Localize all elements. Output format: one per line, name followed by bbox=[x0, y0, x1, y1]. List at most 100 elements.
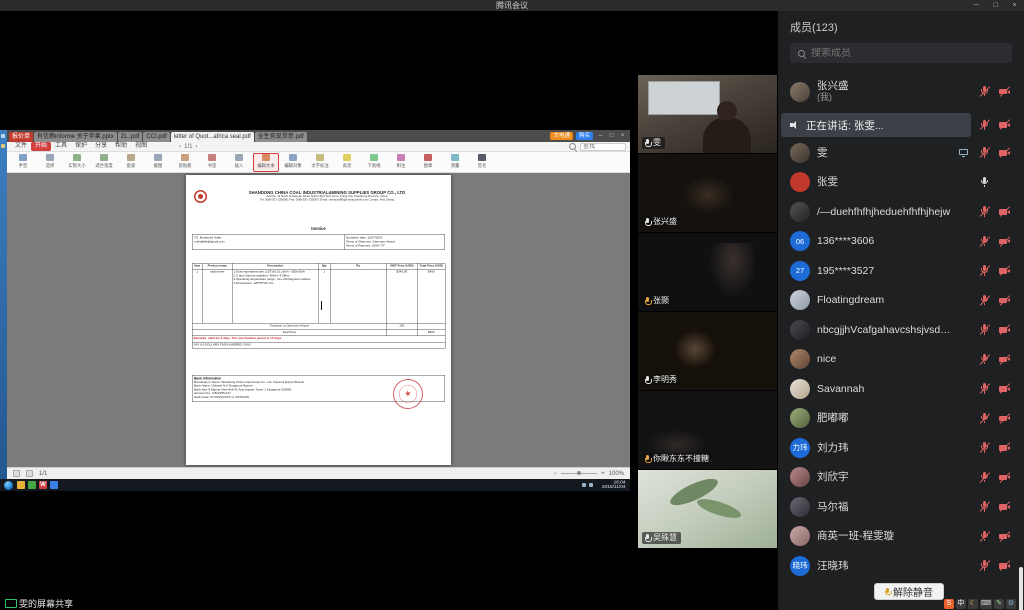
toolbar-button[interactable]: 编辑文本 bbox=[253, 153, 279, 172]
camera-icon[interactable] bbox=[998, 264, 1011, 277]
menu-item[interactable]: 文件 bbox=[11, 142, 31, 151]
mic-icon[interactable] bbox=[978, 176, 991, 189]
mic-icon[interactable] bbox=[978, 471, 991, 484]
toolbar-button[interactable]: 签名 bbox=[469, 153, 495, 172]
document-tab[interactable]: CCI.pdf bbox=[143, 132, 169, 142]
mic-icon[interactable] bbox=[978, 530, 991, 543]
toolbar-button[interactable]: 书签 bbox=[199, 153, 225, 172]
mic-icon[interactable] bbox=[978, 146, 991, 159]
member-row[interactable]: 力玮 刘力玮 bbox=[778, 433, 1024, 463]
menu-item[interactable]: 开始 bbox=[31, 142, 51, 151]
member-row[interactable]: 肥嘟嘟 bbox=[778, 404, 1024, 434]
document-tab[interactable]: 报价单 bbox=[9, 132, 33, 142]
mic-icon[interactable] bbox=[978, 441, 991, 454]
ime-icon[interactable]: ✎ bbox=[994, 599, 1004, 609]
buy-button[interactable]: 购买 bbox=[576, 132, 593, 140]
app-maximize-icon[interactable]: □ bbox=[606, 131, 617, 141]
member-row[interactable]: 张兴盛 (我) bbox=[778, 73, 1024, 110]
video-thumbnail[interactable]: 张颢 bbox=[638, 233, 777, 311]
mic-icon[interactable] bbox=[978, 235, 991, 248]
toolbar-button[interactable]: 高亮 bbox=[334, 153, 360, 172]
app-minimize-icon[interactable]: ─ bbox=[595, 131, 606, 141]
menu-item[interactable]: 分享 bbox=[91, 142, 111, 151]
toolbar-button[interactable]: 图章 bbox=[415, 153, 441, 172]
mic-icon[interactable] bbox=[978, 323, 991, 336]
tray-volume-icon[interactable] bbox=[589, 483, 593, 487]
ime-icon[interactable]: 中 bbox=[956, 599, 966, 609]
member-row[interactable]: 马尔福 bbox=[778, 492, 1024, 522]
toolbar-button[interactable]: 剪贴板 bbox=[172, 153, 198, 172]
menu-item[interactable]: 视图 bbox=[131, 142, 151, 151]
video-thumbnail[interactable]: 李明秀 bbox=[638, 312, 777, 390]
scrollbar-thumb[interactable] bbox=[1019, 567, 1023, 610]
camera-icon[interactable] bbox=[998, 323, 1011, 336]
prev-page-icon[interactable]: ‹ bbox=[179, 144, 181, 150]
document-tab[interactable]: ZL..pdf bbox=[118, 132, 143, 142]
camera-icon[interactable] bbox=[998, 85, 1011, 98]
mic-icon[interactable] bbox=[978, 264, 991, 277]
video-thumbnail[interactable]: 雯 bbox=[638, 75, 777, 153]
member-search-box[interactable] bbox=[790, 43, 1012, 63]
maximize-icon[interactable]: □ bbox=[986, 0, 1005, 11]
toolbar-button[interactable]: 测量 bbox=[442, 153, 468, 172]
member-row[interactable]: /—duehfhfhjheduehfhfhjhejw bbox=[778, 197, 1024, 227]
camera-icon[interactable] bbox=[998, 382, 1011, 395]
camera-icon[interactable] bbox=[998, 294, 1011, 307]
mic-icon[interactable] bbox=[978, 85, 991, 98]
mic-icon[interactable] bbox=[978, 500, 991, 513]
mic-icon[interactable] bbox=[978, 559, 991, 572]
member-row[interactable]: nbcgjjhVcafgahavcshsjvsdhjakabavhajb bbox=[778, 315, 1024, 345]
camera-icon[interactable] bbox=[998, 441, 1011, 454]
menu-item[interactable]: 工具 bbox=[51, 142, 71, 151]
document-tab[interactable]: letter of Quot...africa seal.pdf bbox=[171, 132, 254, 142]
camera-icon[interactable] bbox=[998, 500, 1011, 513]
toolbar-button[interactable]: 附注 bbox=[388, 153, 414, 172]
member-row[interactable]: 27 195****3527 bbox=[778, 256, 1024, 286]
mic-icon[interactable] bbox=[978, 205, 991, 218]
zoom-out-icon[interactable]: − bbox=[554, 471, 558, 477]
mic-icon[interactable] bbox=[978, 382, 991, 395]
camera-icon[interactable] bbox=[998, 146, 1011, 159]
camera-icon[interactable] bbox=[998, 559, 1011, 572]
close-icon[interactable]: × bbox=[1005, 0, 1024, 11]
member-row[interactable]: Floatingdream bbox=[778, 286, 1024, 316]
zoom-slider[interactable] bbox=[561, 473, 597, 474]
camera-icon[interactable] bbox=[998, 235, 1011, 248]
toolbar-button[interactable]: 编辑对象 bbox=[280, 153, 306, 172]
camera-icon[interactable] bbox=[998, 353, 1011, 366]
camera-icon[interactable] bbox=[998, 412, 1011, 425]
taskbar-app-icon[interactable] bbox=[28, 481, 36, 489]
camera-icon[interactable] bbox=[998, 119, 1011, 132]
member-row[interactable]: Savannah bbox=[778, 374, 1024, 404]
member-row[interactable]: 06 136****3606 bbox=[778, 227, 1024, 257]
toolbar-button[interactable]: 套索 bbox=[118, 153, 144, 172]
menu-item[interactable]: 帮助 bbox=[111, 142, 131, 151]
tray-network-icon[interactable] bbox=[582, 483, 586, 487]
next-page-icon[interactable]: › bbox=[195, 144, 197, 150]
camera-icon[interactable] bbox=[998, 530, 1011, 543]
video-thumbnail[interactable]: 你瞅东东不撞糖 bbox=[638, 391, 777, 469]
app-close-icon[interactable]: × bbox=[617, 131, 628, 141]
mic-icon[interactable] bbox=[978, 353, 991, 366]
toolbar-button[interactable]: 实际大小 bbox=[64, 153, 90, 172]
start-button[interactable] bbox=[4, 481, 13, 490]
member-row[interactable]: 张雯 bbox=[778, 168, 1024, 198]
thumbnail-icon[interactable] bbox=[26, 470, 33, 477]
search-input[interactable] bbox=[811, 48, 1005, 59]
document-tab[interactable]: 有信赖informe 关于苹果.pptx bbox=[34, 132, 117, 142]
document-tab[interactable]: 全生竞现货意.pdf bbox=[255, 132, 307, 142]
taskbar-app-icon[interactable] bbox=[50, 481, 58, 489]
video-thumbnail[interactable]: 张兴盛 bbox=[638, 154, 777, 232]
toolbar-button[interactable]: 插入 bbox=[226, 153, 252, 172]
member-row[interactable]: 晓玮 汪晓玮 bbox=[778, 551, 1024, 581]
taskbar-app-icon[interactable] bbox=[17, 481, 25, 489]
toolbar-button[interactable]: 选择 bbox=[37, 153, 63, 172]
member-row[interactable]: 商英一班-程雯璇 bbox=[778, 522, 1024, 552]
zoom-in-icon[interactable]: + bbox=[601, 471, 605, 477]
ime-icon[interactable]: ⌨ bbox=[980, 599, 992, 609]
mic-icon[interactable] bbox=[978, 294, 991, 307]
video-thumbnail[interactable]: 吴殊慧 bbox=[638, 470, 777, 548]
toolbar-button[interactable]: 下划线 bbox=[361, 153, 387, 172]
toolbar-button[interactable]: 手型 bbox=[10, 153, 36, 172]
toolbar-button[interactable]: 文字标注 bbox=[307, 153, 333, 172]
